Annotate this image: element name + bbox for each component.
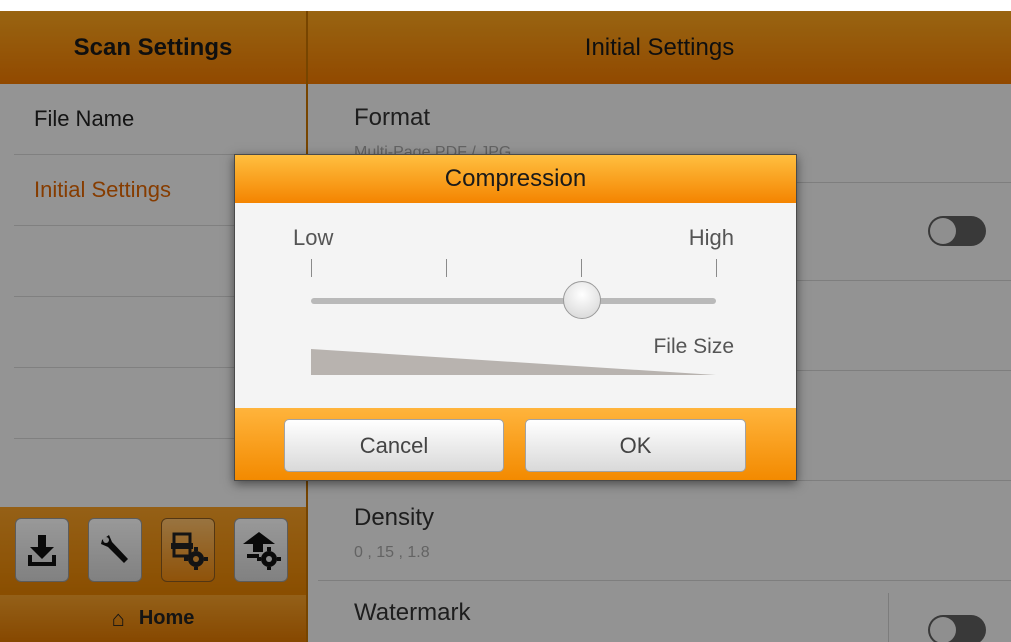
dialog-button-bar: Cancel OK — [235, 408, 796, 480]
slider-tick — [581, 259, 582, 277]
cancel-button[interactable]: Cancel — [284, 419, 504, 472]
high-label: High — [688, 225, 734, 250]
compression-slider-track[interactable] — [311, 298, 716, 304]
slider-tick — [446, 259, 447, 277]
compression-slider-thumb[interactable] — [563, 281, 602, 319]
slider-tick — [311, 259, 312, 277]
low-label: Low — [293, 225, 334, 250]
ok-button[interactable]: OK — [525, 419, 746, 472]
file-size-wedge — [311, 349, 716, 375]
slider-tick — [716, 259, 717, 277]
compression-dialog: Compression Low High File Size Cancel OK — [234, 154, 797, 481]
dialog-title: Compression — [235, 155, 796, 203]
